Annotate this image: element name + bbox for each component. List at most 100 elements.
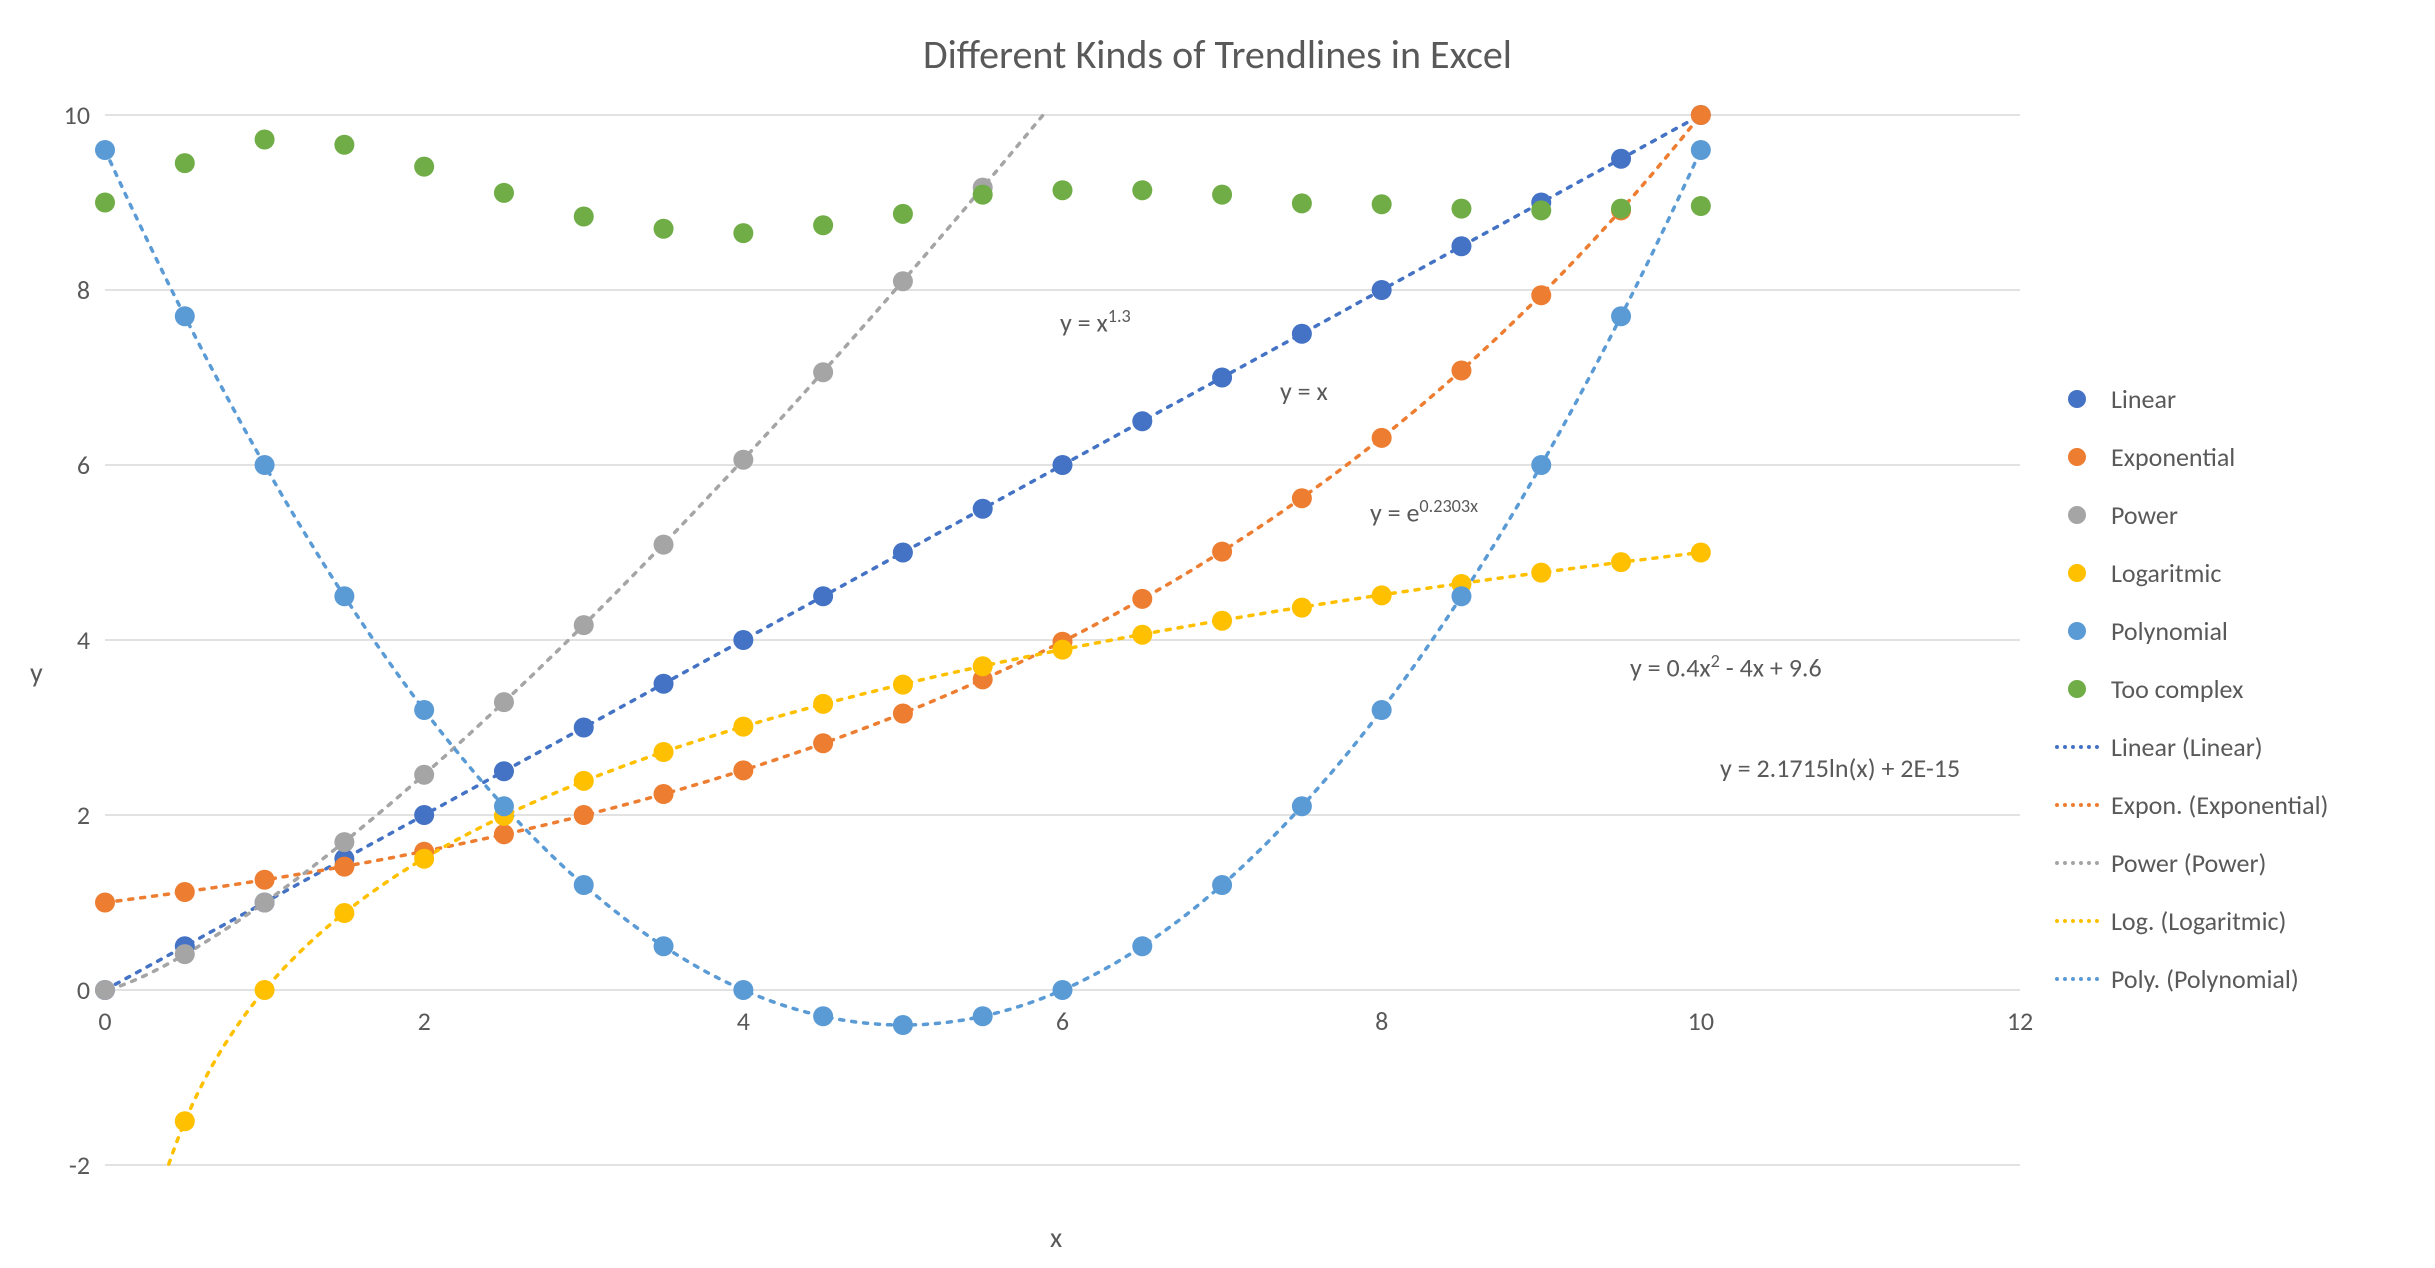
marker-polynomial bbox=[893, 1015, 913, 1035]
marker-logaritmic bbox=[973, 656, 993, 676]
legend-label: Exponential bbox=[2111, 441, 2235, 473]
marker-exponential bbox=[813, 733, 833, 753]
marker-linear bbox=[973, 499, 993, 519]
x-tick-label: 4 bbox=[737, 1005, 750, 1037]
marker-linear bbox=[654, 674, 674, 694]
marker-exponential bbox=[1451, 361, 1471, 381]
marker-logaritmic bbox=[175, 1111, 195, 1131]
marker-too-complex bbox=[813, 215, 833, 235]
marker-polynomial bbox=[1691, 140, 1711, 160]
legend-item[interactable]: Expon. (Exponential) bbox=[2055, 776, 2395, 834]
marker-polynomial bbox=[1531, 455, 1551, 475]
marker-power bbox=[494, 692, 514, 712]
legend-label: Power (Power) bbox=[2111, 847, 2266, 879]
marker-too-complex bbox=[1053, 180, 1073, 200]
marker-too-complex bbox=[1451, 199, 1471, 219]
marker-too-complex bbox=[334, 135, 354, 155]
legend-item[interactable]: Linear bbox=[2055, 370, 2395, 428]
marker-linear bbox=[1451, 236, 1471, 256]
legend-item[interactable]: Logaritmic bbox=[2055, 544, 2395, 602]
marker-polynomial bbox=[1292, 796, 1312, 816]
marker-exponential bbox=[175, 882, 195, 902]
marker-linear bbox=[1212, 368, 1232, 388]
marker-power bbox=[255, 893, 275, 913]
marker-too-complex bbox=[973, 185, 993, 205]
marker-logaritmic bbox=[255, 980, 275, 1000]
x-tick-label: 2 bbox=[418, 1005, 431, 1037]
marker-linear bbox=[1372, 280, 1392, 300]
marker-exponential bbox=[334, 857, 354, 877]
legend-item[interactable]: Log. (Logaritmic) bbox=[2055, 892, 2395, 950]
marker-polynomial bbox=[574, 875, 594, 895]
legend-item[interactable]: Polynomial bbox=[2055, 602, 2395, 660]
legend-item[interactable]: Power (Power) bbox=[2055, 834, 2395, 892]
marker-exponential bbox=[1212, 542, 1232, 562]
legend-marker-icon bbox=[2055, 504, 2099, 526]
legend-line-icon bbox=[2055, 736, 2099, 758]
equation-annotation-poly_eq: y = 0.4x2 - 4x + 9.6 bbox=[1630, 650, 1822, 684]
legend-marker-icon bbox=[2055, 678, 2099, 700]
marker-logaritmic bbox=[654, 742, 674, 762]
y-tick-label: 2 bbox=[77, 799, 90, 831]
marker-too-complex bbox=[574, 207, 594, 227]
marker-too-complex bbox=[1132, 180, 1152, 200]
y-tick-label: 4 bbox=[77, 624, 90, 656]
marker-power bbox=[813, 362, 833, 382]
marker-polynomial bbox=[255, 455, 275, 475]
marker-linear bbox=[1053, 455, 1073, 475]
marker-exponential bbox=[255, 870, 275, 890]
marker-polynomial bbox=[733, 980, 753, 1000]
marker-logaritmic bbox=[1212, 611, 1232, 631]
marker-exponential bbox=[1691, 105, 1711, 125]
marker-logaritmic bbox=[1611, 552, 1631, 572]
legend-item[interactable]: Linear (Linear) bbox=[2055, 718, 2395, 776]
marker-linear bbox=[414, 805, 434, 825]
marker-linear bbox=[813, 586, 833, 606]
marker-logaritmic bbox=[574, 771, 594, 791]
legend-marker-icon bbox=[2055, 562, 2099, 584]
marker-polynomial bbox=[1132, 936, 1152, 956]
marker-too-complex bbox=[175, 153, 195, 173]
marker-polynomial bbox=[334, 586, 354, 606]
marker-polynomial bbox=[1451, 586, 1471, 606]
marker-logaritmic bbox=[1372, 585, 1392, 605]
y-tick-label: 10 bbox=[64, 99, 90, 131]
marker-too-complex bbox=[494, 183, 514, 203]
marker-too-complex bbox=[255, 130, 275, 150]
marker-too-complex bbox=[95, 193, 115, 213]
marker-power bbox=[574, 615, 594, 635]
marker-logaritmic bbox=[1691, 543, 1711, 563]
legend-label: Power bbox=[2111, 499, 2178, 531]
marker-polynomial bbox=[1053, 980, 1073, 1000]
trendline-logaritmic bbox=[169, 553, 1701, 1165]
equation-annotation-log_eq: y = 2.1715ln(x) + 2E-15 bbox=[1720, 752, 1960, 784]
legend-item[interactable]: Power bbox=[2055, 486, 2395, 544]
marker-polynomial bbox=[973, 1006, 993, 1026]
marker-linear bbox=[494, 761, 514, 781]
x-tick-label: 6 bbox=[1056, 1005, 1069, 1037]
marker-exponential bbox=[654, 784, 674, 804]
x-tick-label: 10 bbox=[1688, 1005, 1714, 1037]
marker-polynomial bbox=[494, 796, 514, 816]
marker-too-complex bbox=[1531, 200, 1551, 220]
marker-exponential bbox=[1132, 589, 1152, 609]
marker-too-complex bbox=[1691, 196, 1711, 216]
marker-polynomial bbox=[414, 700, 434, 720]
marker-logaritmic bbox=[414, 849, 434, 869]
equation-annotation-linear_eq: y = x bbox=[1280, 375, 1328, 407]
marker-linear bbox=[574, 718, 594, 738]
marker-logaritmic bbox=[334, 903, 354, 923]
chart-container: Different Kinds of Trendlines in Excel y… bbox=[0, 0, 2435, 1268]
legend-item[interactable]: Poly. (Polynomial) bbox=[2055, 950, 2395, 1008]
x-tick-label: 12 bbox=[2007, 1005, 2033, 1037]
legend-label: Linear bbox=[2111, 383, 2176, 415]
y-tick-label: 0 bbox=[77, 974, 90, 1006]
marker-power bbox=[654, 535, 674, 555]
legend-item[interactable]: Exponential bbox=[2055, 428, 2395, 486]
y-tick-label: 8 bbox=[77, 274, 90, 306]
legend-label: Polynomial bbox=[2111, 615, 2228, 647]
legend: Linear Exponential Power Logaritmic Polynomi… bbox=[2055, 370, 2395, 1008]
marker-exponential bbox=[733, 760, 753, 780]
legend-item[interactable]: Too complex bbox=[2055, 660, 2395, 718]
marker-exponential bbox=[893, 704, 913, 724]
